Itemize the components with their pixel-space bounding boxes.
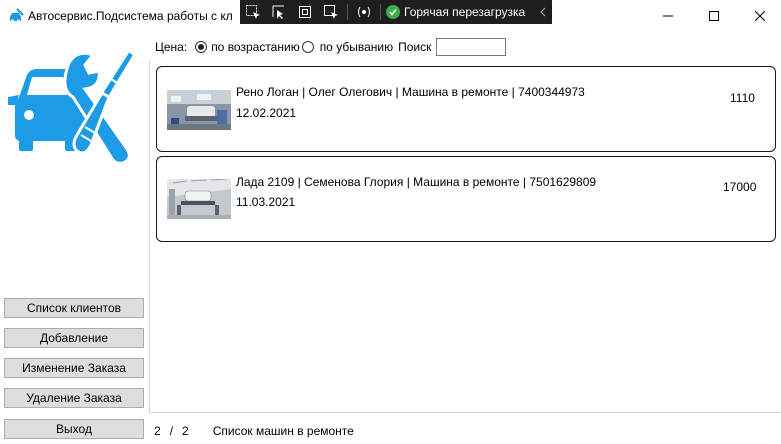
close-icon [755,10,765,21]
focus-icon [324,5,338,19]
car-photo [167,90,231,130]
order-price: 17000 [723,180,757,194]
order-price: 1110 [730,91,755,105]
car-photo [167,179,231,219]
layout-adorner-button[interactable] [292,0,318,24]
minimize-icon [663,15,673,16]
sort-descending-label[interactable]: по убыванию [320,40,393,54]
live-tree-button[interactable] [240,0,266,24]
sort-ascending-radio[interactable] [195,41,208,53]
select-pointer-button[interactable] [266,0,292,24]
car-service-logo [8,49,136,165]
footer-status: 2 / 2 Список машин в ремонте [154,424,354,438]
track-focus-button[interactable] [318,0,344,24]
maximize-icon [709,10,719,21]
search-input[interactable] [436,38,507,56]
close-button[interactable] [737,0,781,31]
toolbar-divider [380,4,381,20]
search-label: Поиск [398,40,432,54]
collapse-toolbar-button[interactable] [534,0,552,24]
total-count: 2 [182,424,189,438]
accessibility-button[interactable] [351,0,377,24]
select-element-icon [246,5,260,19]
order-details: Лада 2109 | Семенова Глория | Машина в р… [236,175,597,189]
order-date: 11.03.2021 [236,195,296,209]
brackets-icon [358,6,370,18]
square-icon [299,6,311,18]
clients-list-button[interactable]: Список клиентов [4,298,144,318]
add-button[interactable]: Добавление [4,328,144,348]
exit-button[interactable]: Выход [4,419,144,439]
sort-ascending-label[interactable]: по возрастанию [211,40,300,54]
chevron-left-icon [540,7,546,17]
edit-order-button[interactable]: Изменение Заказа [4,358,144,378]
minimize-button[interactable] [645,0,691,31]
hot-reload-status[interactable]: Горячая перезагрузка [386,5,525,19]
list-caption: Список машин в ремонте [212,424,354,438]
pointer-icon [272,5,284,19]
footer-divider [149,412,781,413]
order-card[interactable]: Лада 2109 | Семенова Глория | Машина в р… [156,156,776,242]
filter-bar: Цена: по возрастанию по убыванию Поиск [155,37,507,57]
app-icon [10,8,24,23]
panel-divider [149,60,150,413]
hot-reload-label: Горячая перезагрузка [404,5,526,19]
sort-descending-radio[interactable] [301,41,314,53]
debug-toolbar: Горячая перезагрузка [240,0,552,24]
window-title: Автосервис.Подсистема работы с кл [28,9,233,23]
check-icon [386,5,400,19]
order-details: Рено Логан | Олег Олегович | Машина в ре… [236,85,585,99]
price-label: Цена: [155,40,188,54]
delete-order-button[interactable]: Удаление Заказа [4,388,144,408]
order-card[interactable]: Рено Логан | Олег Олегович | Машина в ре… [156,66,776,152]
toolbar-divider [347,4,348,20]
maximize-button[interactable] [691,0,737,31]
count-separator: / [169,424,174,438]
shown-count: 2 [154,424,161,438]
order-date: 12.02.2021 [236,106,297,120]
